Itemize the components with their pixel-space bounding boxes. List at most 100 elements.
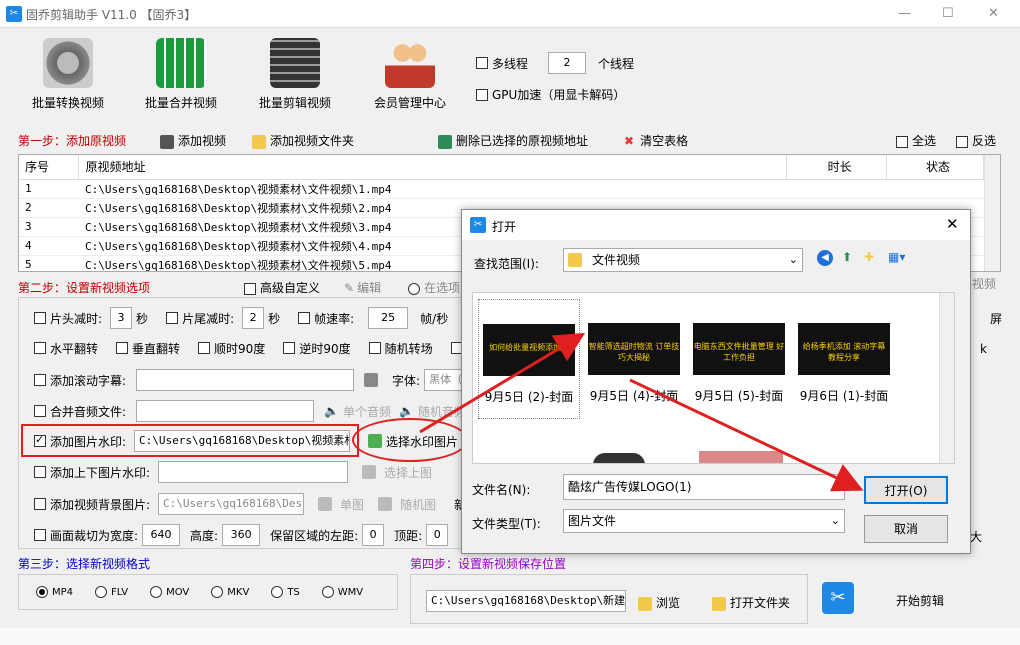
fps-label: 帧速率: <box>314 311 355 326</box>
crop-checkbox[interactable] <box>34 529 46 541</box>
file-item[interactable]: 智能筛选超时物流 订单技巧大揭秘 9月5日 (4)-封面 <box>583 299 685 404</box>
tail-trim-label: 片尾减时: <box>182 311 235 326</box>
hflip-label: 水平翻转 <box>50 341 99 356</box>
updown-input[interactable] <box>158 461 349 483</box>
delete-selected-button[interactable]: 删除已选择的原视频地址 <box>438 132 588 149</box>
bg-image-checkbox[interactable] <box>34 498 46 510</box>
minimize-button[interactable]: — <box>898 6 911 21</box>
rotate-cw-checkbox[interactable] <box>198 342 211 354</box>
head-trim-checkbox[interactable] <box>34 312 46 324</box>
dialog-close-button[interactable]: ✕ <box>946 215 959 233</box>
bg-image-input[interactable]: C:\Users\gq168168\Desktc <box>158 493 305 515</box>
cancel-button[interactable]: 取消 <box>864 515 948 543</box>
format-radio-wmv[interactable]: WMV <box>321 586 363 598</box>
file-item[interactable]: 如何给批量视频添加... 9月5日 (2)-封面 <box>478 299 580 419</box>
format-radio-mkv[interactable]: MKV <box>211 586 249 598</box>
right-big-label: 大 <box>970 530 983 544</box>
filetype-select[interactable]: 图片文件 ⌄ <box>563 509 845 533</box>
add-video-button[interactable]: 添加视频 <box>160 132 226 149</box>
font-label: 字体: <box>392 373 421 388</box>
rotate-ccw-checkbox[interactable] <box>283 342 296 354</box>
view-menu-icon[interactable]: ▦▾ <box>888 250 905 264</box>
app-title: 固乔剪辑助手 V11.0 【固乔3】 <box>26 8 197 22</box>
fps-checkbox[interactable] <box>298 312 311 324</box>
vflip-checkbox[interactable] <box>116 342 129 354</box>
filename-input[interactable]: 酷炫广告传媒LOGO(1) <box>563 474 845 500</box>
hflip-checkbox[interactable] <box>34 342 46 354</box>
select-all-button[interactable]: 全选 <box>896 132 936 149</box>
subtitle-edit-icon[interactable] <box>364 373 379 387</box>
subtitle-input[interactable] <box>136 369 355 391</box>
advanced-option[interactable]: 高级自定义 <box>244 279 320 296</box>
start-cut-icon[interactable]: ✂ <box>822 582 854 614</box>
format-radio-mp4[interactable]: MP4 <box>36 586 73 598</box>
merge-audio-input[interactable] <box>136 400 315 422</box>
up-folder-icon[interactable]: ⬆ <box>842 250 852 264</box>
left-margin-input[interactable]: 0 <box>362 524 385 546</box>
clear-table-button[interactable]: ✖ 清空表格 <box>624 132 688 149</box>
fps-input[interactable]: 25 <box>368 307 409 329</box>
maximize-button[interactable]: ☐ <box>942 6 954 21</box>
choose-upper-button[interactable]: 选择上图 <box>384 464 432 481</box>
browse-button[interactable]: 浏览 <box>638 594 680 611</box>
add-folder-button[interactable]: 添加视频文件夹 <box>252 132 354 149</box>
vflip-label: 垂直翻转 <box>132 341 181 356</box>
file-item[interactable]: 给杨季机添加 滚动字幕 教程分享 9月6日 (1)-封面 <box>793 299 895 404</box>
close-button[interactable]: ✕ <box>988 6 999 21</box>
in-option-label: 在选项 <box>424 281 461 295</box>
invert-button[interactable]: 反选 <box>956 132 996 149</box>
crop-width-input[interactable]: 640 <box>142 524 181 546</box>
save-path-input[interactable]: C:\Users\gq168168\Desktop\新建文件 <box>426 590 626 612</box>
format-radio-flv[interactable]: FLV <box>95 586 128 598</box>
random-image-button[interactable]: 随机图 <box>400 496 436 513</box>
advanced-checkbox <box>244 282 256 295</box>
updown-checkbox[interactable] <box>34 466 46 478</box>
step2-title: 第二步：设置新视频选项 <box>18 281 151 295</box>
back-icon[interactable]: ◀ <box>817 250 833 266</box>
random-audio-button[interactable]: 随机音频 <box>418 403 466 420</box>
rotate-cw-label: 顺时90度 <box>214 341 266 356</box>
filetype-label: 文件类型(T): <box>472 517 541 531</box>
top-margin-input[interactable]: 0 <box>426 524 449 546</box>
table-row[interactable]: 1 C:\Users\gq168168\Desktop\视频素材\文件视频\1.m… <box>19 179 984 199</box>
single-audio-button[interactable]: 单个音频 <box>343 403 391 420</box>
batch-merge-button[interactable]: 批量合并视频 <box>131 38 231 111</box>
open-button[interactable]: 打开(O) <box>864 476 948 504</box>
merge-audio-checkbox[interactable] <box>34 405 46 417</box>
crop-height-input[interactable]: 360 <box>222 524 261 546</box>
batch-edit-button[interactable]: 批量剪辑视频 <box>245 38 345 111</box>
height-label: 高度: <box>190 528 219 543</box>
new-folder-icon[interactable]: ✚ <box>864 250 874 264</box>
tail-trim-checkbox[interactable] <box>166 312 179 324</box>
batch-convert-button[interactable]: 批量转换视频 <box>18 38 118 111</box>
subtitle-checkbox[interactable] <box>34 374 46 386</box>
font-select[interactable]: 黑体（s <box>424 369 465 391</box>
film-icon <box>160 134 174 149</box>
gpu-checkbox[interactable] <box>476 88 488 101</box>
head-trim-input[interactable]: 3 <box>110 307 133 329</box>
format-label: MKV <box>227 587 250 598</box>
right-k-label: k <box>980 342 987 356</box>
edit-button[interactable]: ✎ 编辑 <box>344 279 381 296</box>
tail-trim-input[interactable]: 2 <box>242 307 265 329</box>
rotate-ccw-label: 逆时90度 <box>299 341 351 356</box>
format-radio-mov[interactable]: MOV <box>150 586 189 598</box>
member-center-button[interactable]: 会员管理中心 <box>360 38 460 111</box>
format-radio-ts[interactable]: TS <box>271 586 300 598</box>
row-index: 3 <box>19 217 79 237</box>
random-transition-checkbox[interactable] <box>368 342 381 354</box>
file-item[interactable]: 电脑东西文件批量管理 好工作负担 9月5日 (5)-封面 <box>688 299 790 404</box>
file-caption: 9月5日 (5)-封面 <box>694 389 784 403</box>
look-in-select[interactable]: 文件视频 ⌄ <box>563 248 803 272</box>
multithread-checkbox[interactable] <box>476 57 488 69</box>
radio-dot <box>150 586 163 598</box>
open-folder-button[interactable]: 打开文件夹 <box>712 594 790 611</box>
in-option-radio[interactable]: 在选项 <box>408 279 460 296</box>
start-cut-button[interactable]: 开始剪辑 <box>896 592 944 609</box>
single-image-icon <box>318 497 333 511</box>
table-scrollbar[interactable] <box>984 155 1000 271</box>
thumbnail-scrollbar[interactable] <box>939 293 954 463</box>
sec-label: 秒 <box>268 311 281 326</box>
single-image-button[interactable]: 单图 <box>340 496 364 513</box>
thread-count-input[interactable]: 2 <box>548 52 587 74</box>
